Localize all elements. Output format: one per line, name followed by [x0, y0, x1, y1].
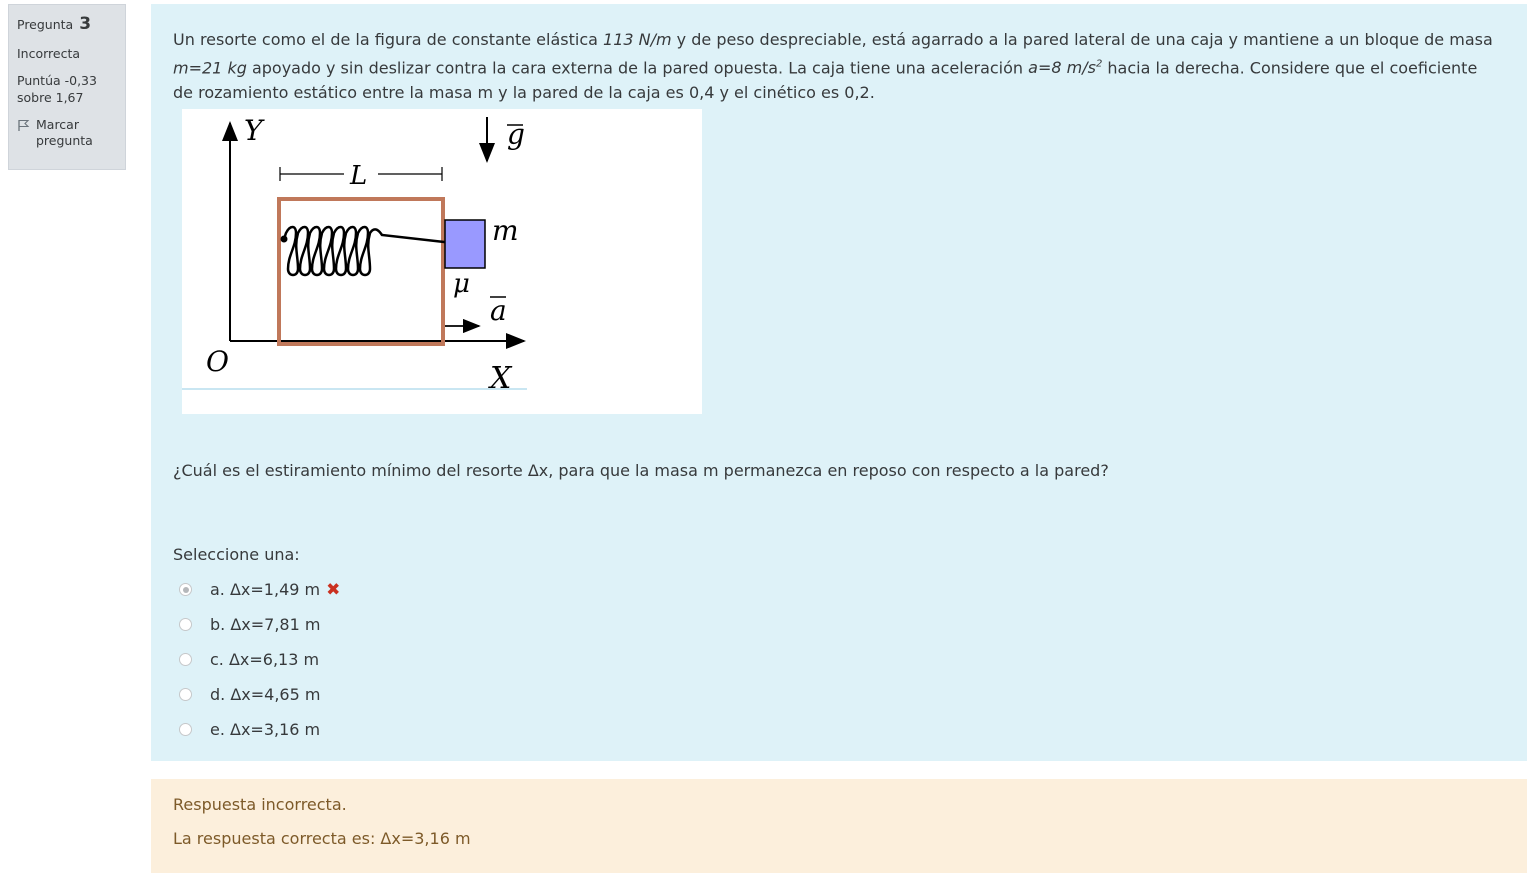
answer-option-a[interactable]: a. Δx=1,49 m ✖: [179, 572, 340, 607]
feedback-panel: Respuesta incorrecta. La respuesta corre…: [151, 779, 1527, 873]
answer-option-d[interactable]: d. Δx=4,65 m: [179, 677, 340, 712]
answer-option-label: e. Δx=3,16 m: [210, 720, 321, 739]
answer-option-label: a. Δx=1,49 m: [210, 580, 321, 599]
question-state: Incorrecta: [17, 45, 81, 61]
answer-option-c[interactable]: c. Δx=6,13 m: [179, 642, 340, 677]
question-ask: ¿Cuál es el estiramiento mínimo del reso…: [173, 461, 1109, 480]
question-formulation: Un resorte como el de la figura de const…: [151, 4, 1527, 761]
spring: [282, 225, 454, 277]
question-text-part: y de peso despreciable, está agarrado a …: [671, 30, 1493, 49]
spring-box-diagram: Y X O g L m μ a: [182, 114, 527, 396]
gravity-label: g: [507, 118, 525, 151]
flag-icon: [18, 119, 30, 131]
question-grade: Puntúa -0,33 sobre 1,67: [17, 72, 97, 105]
radio-button[interactable]: [179, 688, 192, 701]
physics-figure: Y X O g L m μ a: [182, 109, 702, 414]
incorrect-icon: ✖: [326, 579, 341, 600]
question-text: Un resorte como el de la figura de const…: [173, 27, 1493, 105]
answer-options: a. Δx=1,49 m ✖ b. Δx=7,81 m c. Δx=6,13 m…: [179, 572, 340, 747]
x-axis-label: X: [488, 361, 513, 396]
origin-label: O: [206, 345, 229, 378]
answer-prompt: Seleccione una:: [173, 545, 300, 564]
friction-label: μ: [453, 269, 470, 299]
answer-option-b[interactable]: b. Δx=7,81 m: [179, 607, 340, 642]
acceleration-label: a: [490, 294, 507, 327]
answer-option-label: c. Δx=6,13 m: [210, 650, 320, 669]
spring-constant: 113 N/m: [603, 30, 672, 49]
question-label: Pregunta: [17, 17, 74, 32]
question-text-part: apoyado y sin deslizar contra la cara ex…: [246, 58, 1029, 78]
answer-option-label: b. Δx=7,81 m: [210, 615, 321, 634]
question-number: 3: [79, 14, 92, 34]
radio-button-selected[interactable]: [179, 583, 192, 596]
answer-option-label: d. Δx=4,65 m: [210, 685, 321, 704]
acceleration-value: a=8 m/s2: [1028, 58, 1103, 78]
radio-button[interactable]: [179, 653, 192, 666]
question-info-panel: Pregunta 3 Incorrecta Puntúa -0,33 sobre…: [8, 4, 126, 170]
answer-option-e[interactable]: e. Δx=3,16 m: [179, 712, 340, 747]
spring-anchor: [280, 235, 288, 243]
question-text-part: Un resorte como el de la figura de const…: [173, 30, 604, 49]
flag-question-label: Marcar pregunta: [36, 116, 93, 149]
radio-button[interactable]: [179, 723, 192, 736]
length-label: L: [349, 161, 367, 191]
mass-block: [444, 219, 486, 269]
question-number-row: Pregunta 3: [17, 13, 125, 36]
y-axis-label: Y: [244, 114, 265, 147]
correct-answer-text: La respuesta correcta es: Δx=3,16 m: [173, 829, 471, 848]
flag-question-button[interactable]: Marcar pregunta: [17, 117, 97, 151]
general-feedback: Respuesta incorrecta.: [173, 795, 347, 814]
radio-button[interactable]: [179, 618, 192, 631]
mass-value: m=21 kg: [173, 58, 247, 78]
mass-label: m: [492, 214, 519, 247]
